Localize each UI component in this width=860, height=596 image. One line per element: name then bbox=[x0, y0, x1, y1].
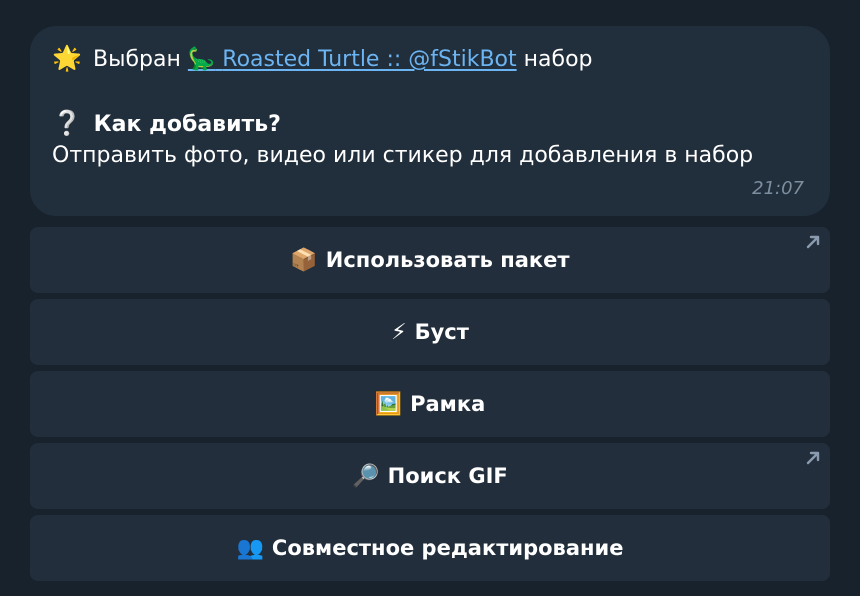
use-pack-button[interactable]: 📦 Использовать пакет bbox=[30, 227, 830, 293]
co-editing-label: Совместное редактирование bbox=[271, 536, 624, 560]
package-icon: 📦 bbox=[290, 247, 318, 273]
how-to-add-text: Как добавить? bbox=[93, 112, 281, 137]
search-gif-label: Поиск GIF bbox=[387, 464, 508, 488]
selected-prefix: Выбран bbox=[93, 47, 181, 72]
message-bubble: 🌟 Выбран 🦕 Roasted Turtle :: @fStikBot н… bbox=[30, 26, 830, 216]
co-editing-button[interactable]: 👥 Совместное редактирование bbox=[30, 515, 830, 581]
selected-set-line: 🌟 Выбран 🦕 Roasted Turtle :: @fStikBot н… bbox=[52, 43, 593, 75]
boost-label: Буст bbox=[414, 320, 469, 344]
dinosaur-emoji-icon: 🦕 bbox=[187, 47, 216, 72]
framed-picture-icon: 🖼️ bbox=[374, 391, 403, 417]
instruction-text: Отправить фото, видео или стикер для доб… bbox=[52, 143, 754, 168]
frame-label: Рамка bbox=[410, 392, 486, 416]
sticker-set-link-text: Roasted Turtle :: @fStikBot bbox=[222, 47, 517, 72]
users-icon: 👥 bbox=[236, 535, 264, 561]
search-gif-button[interactable]: 🔎 Поиск GIF bbox=[30, 443, 830, 509]
question-emoji-icon: ❔ bbox=[52, 109, 82, 137]
open-link-arrow-icon bbox=[806, 235, 820, 249]
frame-button[interactable]: 🖼️ Рамка bbox=[30, 371, 830, 437]
magnifier-icon: 🔎 bbox=[352, 463, 380, 489]
star-emoji-icon: 🌟 bbox=[52, 44, 82, 72]
sticker-set-link[interactable]: 🦕 Roasted Turtle :: @fStikBot bbox=[188, 47, 517, 72]
lightning-icon: ⚡ bbox=[391, 319, 407, 345]
use-pack-label: Использовать пакет bbox=[325, 248, 570, 272]
how-to-add-heading: ❔ Как добавить? bbox=[52, 108, 281, 140]
message-time: 21:07 bbox=[752, 178, 804, 199]
open-link-arrow-icon bbox=[806, 451, 820, 465]
boost-button[interactable]: ⚡ Буст bbox=[30, 299, 830, 365]
selected-suffix: набор bbox=[523, 47, 593, 72]
